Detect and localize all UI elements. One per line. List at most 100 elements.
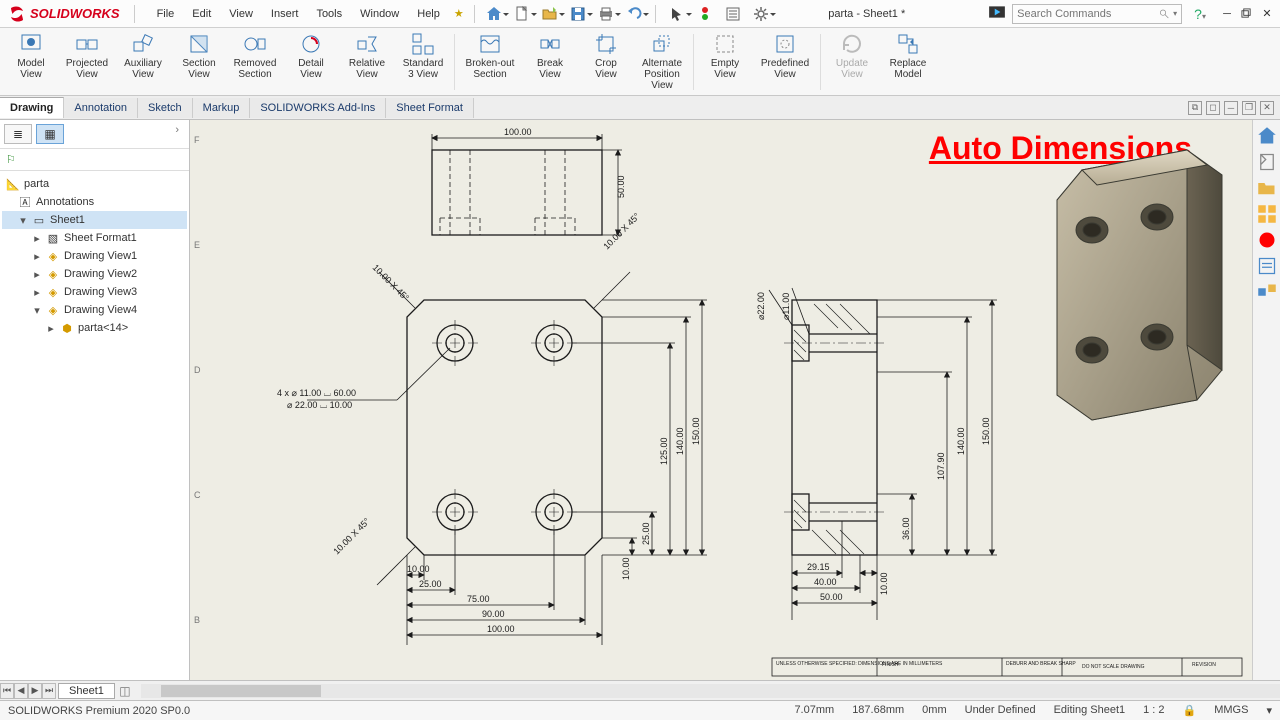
command-search-input[interactable] — [1017, 8, 1159, 20]
menu-file[interactable]: File — [149, 4, 183, 24]
home-icon[interactable] — [483, 3, 505, 25]
svg-text:DEBURR AND BREAK SHARP: DEBURR AND BREAK SHARP — [1006, 661, 1076, 667]
svg-text:150.00: 150.00 — [691, 417, 701, 445]
drawing-canvas[interactable]: F E D C B Auto Dimensions — [190, 120, 1252, 680]
relative-view-button[interactable]: RelativeView — [340, 30, 394, 94]
svg-text:40.00: 40.00 — [814, 577, 837, 587]
detail-view-button[interactable]: DetailView — [284, 30, 338, 94]
tree-sheet-format[interactable]: ▸▧Sheet Format1 — [2, 229, 187, 247]
break-view-button[interactable]: BreakView — [523, 30, 577, 94]
filter-flag-icon[interactable]: ⚐ — [6, 154, 16, 166]
traffic-icon[interactable] — [694, 3, 716, 25]
svg-text:⌀11.00: ⌀11.00 — [781, 293, 791, 320]
svg-text:FINISH:: FINISH: — [882, 662, 900, 668]
section-view-button[interactable]: SectionView — [172, 30, 226, 94]
tree-dv2[interactable]: ▸◈Drawing View2 — [2, 265, 187, 283]
menu-tools[interactable]: Tools — [308, 4, 350, 24]
alternate-position-button[interactable]: AlternatePositionView — [635, 30, 689, 94]
sheet-tab-1[interactable]: Sheet1 — [58, 683, 115, 699]
tree-sheet1[interactable]: ▾▭Sheet1 — [2, 211, 187, 229]
tree-root[interactable]: 📐parta — [2, 175, 187, 193]
svg-text:36.00: 36.00 — [901, 517, 911, 540]
menu-star-icon[interactable]: ★ — [448, 7, 470, 20]
tab-addins[interactable]: SOLIDWORKS Add-Ins — [250, 98, 386, 118]
menu-view[interactable]: View — [221, 4, 261, 24]
h-scrollbar[interactable] — [141, 684, 1280, 698]
svg-text:90.00: 90.00 — [482, 609, 505, 619]
status-lock-icon[interactable]: 🔒 — [1183, 704, 1197, 717]
tab-sheet-format[interactable]: Sheet Format — [386, 98, 474, 118]
add-sheet-icon[interactable]: ◫ — [117, 683, 133, 699]
status-state: Under Defined — [965, 704, 1036, 717]
tab-sketch[interactable]: Sketch — [138, 98, 193, 118]
doc-tile-icon[interactable]: ⧉ — [1188, 101, 1202, 115]
doc-close-icon[interactable]: ✕ — [1260, 101, 1274, 115]
new-icon[interactable] — [511, 3, 533, 25]
tree-dv4-child[interactable]: ▸⬢parta<14> — [2, 319, 187, 337]
view-palette-icon[interactable] — [1257, 204, 1277, 224]
tab-markup[interactable]: Markup — [193, 98, 251, 118]
tree-dv1[interactable]: ▸◈Drawing View1 — [2, 247, 187, 265]
doc-restore-icon[interactable]: ❐ — [1242, 101, 1256, 115]
command-search[interactable]: ▾ — [1012, 4, 1182, 24]
status-extra-icon[interactable]: ▾ — [1266, 704, 1272, 717]
svg-text:140.00: 140.00 — [675, 427, 685, 455]
help-icon[interactable]: ?▾ — [1194, 6, 1206, 22]
forum-icon[interactable] — [1257, 282, 1277, 302]
removed-section-button[interactable]: RemovedSection — [228, 30, 282, 94]
svg-text:25.00: 25.00 — [641, 522, 651, 545]
svg-text:125.00: 125.00 — [659, 437, 669, 465]
replace-model-button[interactable]: ReplaceModel — [881, 30, 935, 94]
crop-view-button[interactable]: CropView — [579, 30, 633, 94]
empty-view-button[interactable]: EmptyView — [698, 30, 752, 94]
sheet-next-icon[interactable]: ▶ — [28, 683, 42, 699]
fm-tab-tree-icon[interactable]: ≣ — [4, 124, 32, 144]
fm-expand-icon[interactable]: › — [169, 124, 185, 144]
status-units[interactable]: MMGS — [1214, 704, 1248, 717]
sheet-last-icon[interactable]: ⏭ — [42, 683, 56, 699]
tab-drawing[interactable]: Drawing — [0, 97, 64, 118]
sheet-prev-icon[interactable]: ◀ — [14, 683, 28, 699]
svg-text:100.00: 100.00 — [487, 624, 515, 634]
menu-help[interactable]: Help — [409, 4, 448, 24]
gear-icon[interactable] — [750, 3, 772, 25]
tree-dv4[interactable]: ▾◈Drawing View4 — [2, 301, 187, 319]
model-view-button[interactable]: ModelView — [4, 30, 58, 94]
menu-edit[interactable]: Edit — [184, 4, 219, 24]
ribbon: ModelView ProjectedView AuxiliaryView Se… — [0, 28, 1280, 96]
open-icon[interactable] — [539, 3, 561, 25]
select-icon[interactable] — [666, 3, 688, 25]
status-y: 187.68mm — [852, 704, 904, 717]
tree-annotations[interactable]: 🄰Annotations — [2, 193, 187, 211]
undo-icon[interactable] — [623, 3, 645, 25]
resources-icon[interactable] — [1257, 152, 1277, 172]
options-list-icon[interactable] — [722, 3, 744, 25]
doc-window-icon[interactable]: ◻ — [1206, 101, 1220, 115]
appearances-icon[interactable] — [1257, 230, 1277, 250]
fm-tab-display-icon[interactable]: ▦ — [36, 124, 64, 144]
save-icon[interactable] — [567, 3, 589, 25]
print-icon[interactable] — [595, 3, 617, 25]
menu-window[interactable]: Window — [352, 4, 407, 24]
auxiliary-view-button[interactable]: AuxiliaryView — [116, 30, 170, 94]
status-scale[interactable]: 1 : 2 — [1143, 704, 1164, 717]
command-play-icon[interactable] — [988, 3, 1006, 24]
design-library-icon[interactable] — [1257, 178, 1277, 198]
tree-dv3[interactable]: ▸◈Drawing View3 — [2, 283, 187, 301]
doc-minimize-icon[interactable]: ─ — [1224, 101, 1238, 115]
svg-text:10.00 X 45°: 10.00 X 45° — [331, 516, 372, 557]
standard-3view-button[interactable]: Standard3 View — [396, 30, 450, 94]
predefined-view-button[interactable]: PredefinedView — [754, 30, 816, 94]
restore-icon[interactable] — [1238, 5, 1256, 23]
close-icon[interactable]: ✕ — [1258, 5, 1276, 23]
svg-text:10.00: 10.00 — [879, 572, 889, 595]
svg-text:DO NOT SCALE DRAWING: DO NOT SCALE DRAWING — [1082, 664, 1145, 670]
minimize-icon[interactable]: ─ — [1218, 5, 1236, 23]
home-pane-icon[interactable] — [1257, 126, 1277, 146]
menu-insert[interactable]: Insert — [263, 4, 307, 24]
sheet-first-icon[interactable]: ⏮ — [0, 683, 14, 699]
custom-props-icon[interactable] — [1257, 256, 1277, 276]
projected-view-button[interactable]: ProjectedView — [60, 30, 114, 94]
tab-annotation[interactable]: Annotation — [64, 98, 138, 118]
broken-out-section-button[interactable]: Broken-outSection — [459, 30, 521, 94]
